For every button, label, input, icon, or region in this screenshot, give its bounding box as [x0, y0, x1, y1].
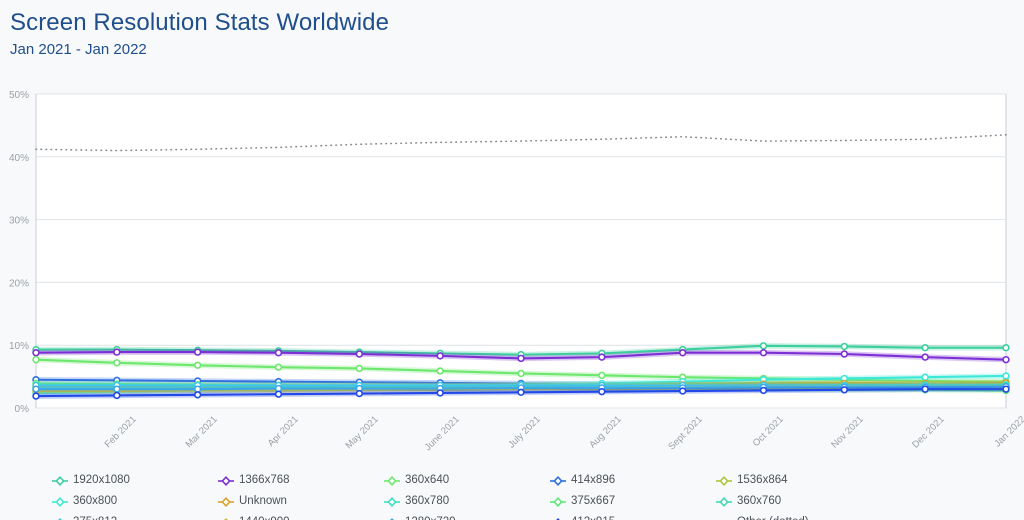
legend-item[interactable]: 360x800: [52, 491, 218, 512]
x-tick-label: Sept 2021: [666, 414, 704, 452]
x-axis-labels: Feb 2021 Mar 2021 Apr 2021 May 2021 June 202…: [0, 410, 1024, 465]
y-axis-labels: 0%10%20%30%40%50%: [9, 90, 29, 415]
legend-item[interactable]: 360x780: [384, 491, 550, 512]
diamond-marker: [52, 517, 68, 520]
page-title: Screen Resolution Stats Worldwide: [10, 8, 389, 38]
diamond-marker: [384, 517, 400, 520]
diamond-marker: [384, 496, 400, 508]
x-tick-label: Aug 2021: [587, 414, 624, 451]
legend-item[interactable]: 360x760: [716, 491, 882, 512]
legend-item[interactable]: Other (dotted): [716, 512, 882, 520]
legend-label: Unknown: [239, 491, 287, 512]
legend-label: 414x896: [571, 470, 615, 491]
x-tick-label: Oct 2021: [750, 414, 785, 449]
chart-page: Screen Resolution Stats Worldwide Jan 20…: [0, 0, 1024, 520]
x-tick-label: Apr 2021: [265, 414, 300, 449]
legend-label: 1280x720: [405, 512, 456, 520]
dash-marker: [716, 517, 732, 520]
legend-item[interactable]: 360x640: [384, 470, 550, 491]
legend-label: 1536x864: [737, 470, 788, 491]
x-tick-label: Dec 2021: [910, 414, 947, 451]
legend-item[interactable]: 1280x720: [384, 512, 550, 520]
legend-item[interactable]: 375x812: [52, 512, 218, 520]
legend-item[interactable]: 375x667: [550, 491, 716, 512]
legend-item[interactable]: 1536x864: [716, 470, 882, 491]
legend-label: 412x915: [571, 512, 615, 520]
x-tick-label: May 2021: [344, 414, 381, 451]
chart-subtitle: Jan 2021 - Jan 2022: [10, 40, 389, 60]
y-tick-label: 20%: [9, 278, 29, 289]
legend-label: 375x667: [571, 491, 615, 512]
x-tick-label: July 2021: [506, 414, 543, 451]
chart-legend: 1920x10801366x768360x640414x8961536x8643…: [0, 466, 1024, 520]
legend-item[interactable]: 1920x1080: [52, 470, 218, 491]
y-tick-label: 10%: [9, 341, 29, 352]
legend-label: 1920x1080: [73, 470, 130, 491]
y-tick-label: 30%: [9, 216, 29, 227]
x-tick-label: June 2021: [423, 414, 462, 453]
line-chart-svg: 0%10%20%30%40%50%: [0, 86, 1024, 416]
legend-label: 375x812: [73, 512, 117, 520]
diamond-marker: [52, 496, 68, 508]
plot-area: 0%10%20%30%40%50%: [0, 86, 1024, 416]
diamond-marker: [716, 496, 732, 508]
legend-label: 360x800: [73, 491, 117, 512]
legend-label: 1366x768: [239, 470, 290, 491]
diamond-marker: [384, 475, 400, 487]
legend-item[interactable]: 1440x900: [218, 512, 384, 520]
diamond-marker: [716, 475, 732, 487]
diamond-marker: [550, 475, 566, 487]
y-tick-label: 50%: [9, 90, 29, 101]
x-tick-label: Jan 2022: [992, 414, 1024, 449]
y-tick-label: 40%: [9, 153, 29, 164]
diamond-marker: [550, 517, 566, 520]
diamond-marker: [550, 496, 566, 508]
legend-label: 1440x900: [239, 512, 290, 520]
legend-label: Other (dotted): [737, 512, 809, 520]
chart-header: Screen Resolution Stats Worldwide Jan 20…: [10, 8, 389, 60]
legend-item[interactable]: 412x915: [550, 512, 716, 520]
x-tick-label: Feb 2021: [102, 414, 138, 450]
diamond-marker: [218, 496, 234, 508]
legend-label: 360x640: [405, 470, 449, 491]
diamond-marker: [218, 517, 234, 520]
legend-label: 360x760: [737, 491, 781, 512]
x-tick-label: Nov 2021: [830, 414, 867, 451]
diamond-marker: [218, 475, 234, 487]
diamond-marker: [52, 475, 68, 487]
x-tick-label: Mar 2021: [183, 414, 219, 450]
legend-item[interactable]: Unknown: [218, 491, 384, 512]
legend-item[interactable]: 1366x768: [218, 470, 384, 491]
legend-label: 360x780: [405, 491, 449, 512]
legend-item[interactable]: 414x896: [550, 470, 716, 491]
